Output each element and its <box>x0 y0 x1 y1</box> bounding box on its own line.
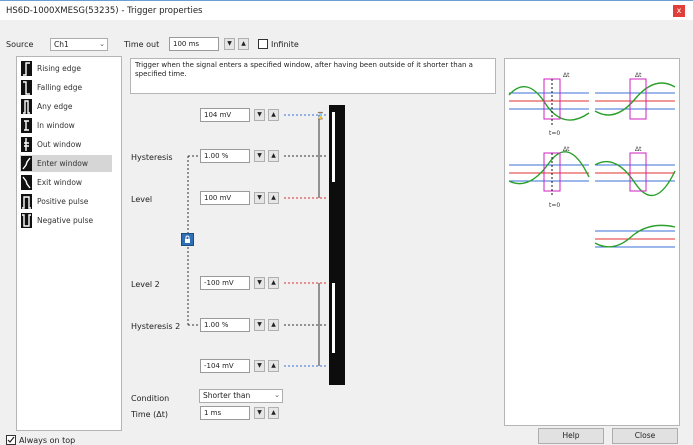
out-window-icon <box>21 137 32 152</box>
level-label: Level <box>131 195 153 204</box>
source-select[interactable]: Ch1 ⌄ <box>50 38 108 51</box>
check-icon <box>7 436 15 443</box>
trigger-kind-label: Rising edge <box>37 64 81 73</box>
infinite-checkbox[interactable] <box>258 39 268 49</box>
any-edge-icon <box>21 99 32 114</box>
close-window-button[interactable]: x <box>673 5 685 17</box>
trigger-kind-label: Enter window <box>37 159 88 168</box>
trigger-kind-list: Rising edge Falling edge Any edge In window… <box>16 56 122 431</box>
timeout-field[interactable]: 100 ms <box>169 37 219 51</box>
source-label: Source <box>6 40 34 49</box>
hysteresis-label: Hysteresis <box>131 153 173 162</box>
rising-edge-icon <box>21 61 32 76</box>
trigger-kind-label: Out window <box>37 140 82 149</box>
condition-select[interactable]: Shorter than ⌄ <box>199 389 283 403</box>
condition-value: Shorter than <box>203 391 251 400</box>
trigger-description: Trigger when the signal enters a specifi… <box>130 58 496 94</box>
always-on-top-label: Always on top <box>19 436 76 445</box>
help-button[interactable]: Help <box>538 428 604 444</box>
trigger-kind-label: Falling edge <box>37 83 83 92</box>
trigger-kind-negative-pulse[interactable]: Negative pulse <box>20 212 112 229</box>
preview-delta-label-2: Δt <box>635 72 642 79</box>
exit-window-icon <box>21 175 32 190</box>
trigger-kind-out-window[interactable]: Out window <box>20 136 112 153</box>
trigger-kind-label: Negative pulse <box>37 216 94 225</box>
trigger-kind-positive-pulse[interactable]: Positive pulse <box>20 193 112 210</box>
trigger-kind-label: Any edge <box>37 102 73 111</box>
preview-t0-label-2: t=0 <box>549 202 560 209</box>
preview-delta-label-4: Δt <box>635 146 642 153</box>
falling-edge-icon <box>21 80 32 95</box>
window-title: HS6D-1000XMESG(53235) - Trigger properti… <box>6 6 203 16</box>
positive-pulse-icon <box>21 194 32 209</box>
preview-delta-label-1: Δt <box>563 72 570 79</box>
time-down-button[interactable]: ▼ <box>254 407 265 419</box>
chevron-down-icon: ⌄ <box>99 40 105 48</box>
condition-label: Condition <box>131 394 170 403</box>
hysteresis2-label: Hysteresis 2 <box>131 322 181 331</box>
trigger-kind-falling-edge[interactable]: Falling edge <box>20 79 112 96</box>
preview-delta-label-3: Δt <box>563 146 570 153</box>
preview-t0-label-1: t=0 <box>549 130 560 137</box>
source-value: Ch1 <box>54 40 69 49</box>
enter-window-icon <box>21 156 32 171</box>
trigger-preview-panel: Δt t=0 Δt Δt t=0 Δt <box>504 58 680 426</box>
upper-slider-handle[interactable] <box>332 112 335 182</box>
trigger-kind-in-window[interactable]: In window <box>20 117 112 134</box>
infinite-label: Infinite <box>271 40 299 49</box>
title-bar: HS6D-1000XMESG(53235) - Trigger properti… <box>0 0 693 20</box>
chevron-down-icon: ⌄ <box>274 391 280 399</box>
time-field[interactable]: 1 ms <box>200 406 250 420</box>
svg-text:⌛: ⌛ <box>316 111 325 120</box>
trigger-kind-rising-edge[interactable]: Rising edge <box>20 60 112 77</box>
timeout-down-button[interactable]: ▼ <box>224 38 235 50</box>
trigger-kind-enter-window[interactable]: Enter window <box>20 155 112 172</box>
timeout-up-button[interactable]: ▲ <box>238 38 249 50</box>
level-connector-lines: ⌛ <box>187 111 328 367</box>
lower-slider-handle[interactable] <box>332 283 335 353</box>
trigger-kind-label: In window <box>37 121 75 130</box>
in-window-icon <box>21 118 32 133</box>
trigger-kind-exit-window[interactable]: Exit window <box>20 174 112 191</box>
trigger-preview-diagram: Δt t=0 Δt Δt t=0 Δt <box>508 72 676 248</box>
negative-pulse-icon <box>21 213 32 228</box>
time-up-button[interactable]: ▲ <box>268 407 279 419</box>
trigger-kind-label: Positive pulse <box>37 197 89 206</box>
close-button[interactable]: Close <box>612 428 678 444</box>
time-label: Time (Δt) <box>131 410 168 419</box>
level2-label: Level 2 <box>131 280 160 289</box>
trigger-kind-any-edge[interactable]: Any edge <box>20 98 112 115</box>
always-on-top-checkbox[interactable] <box>6 435 16 445</box>
trigger-kind-label: Exit window <box>37 178 83 187</box>
timeout-label: Time out <box>124 40 160 49</box>
